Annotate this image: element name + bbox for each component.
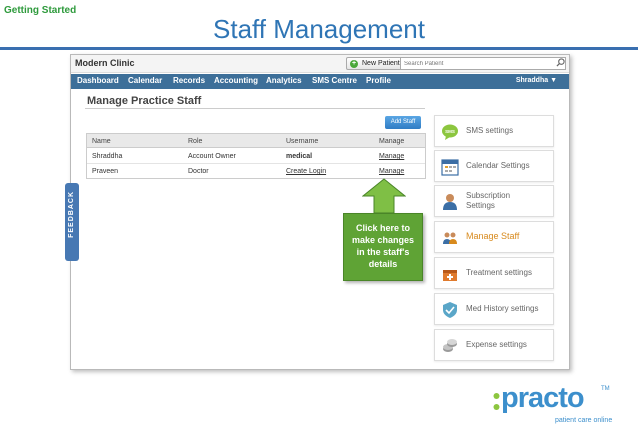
search-icon[interactable] [556,58,565,67]
app-window: Modern Clinic + New Patient Dashboard Ca… [65,54,570,370]
table-header: Name Role Username Manage [87,134,425,148]
nav-calendar[interactable]: Calendar [128,76,162,85]
column-header-manage: Manage [379,138,405,145]
settings-label: Subscription Settings [466,191,510,211]
settings-label: Calendar Settings [466,161,530,170]
page-heading: Manage Practice Staff [87,95,202,107]
manage-link[interactable]: Manage [379,153,404,160]
nav-analytics[interactable]: Analytics [266,76,302,85]
nav-sms-centre[interactable]: SMS Centre [312,76,357,85]
settings-label: Expense settings [466,340,527,349]
nav-profile[interactable]: Profile [366,76,391,85]
settings-manage-staff[interactable]: Manage Staff [434,221,554,253]
create-login-link[interactable]: Create Login [286,168,326,175]
sms-bubble-icon: SMS [442,124,458,140]
nav-accounting[interactable]: Accounting [214,76,258,85]
logo-tagline: patient care online [555,417,613,424]
logo-wordmark: practo [501,382,585,414]
svg-text:SMS: SMS [445,129,455,134]
heading-divider [85,108,425,109]
calendar-icon [441,159,459,176]
callout-line: make changes [351,235,415,245]
settings-label: Manage Staff [466,231,520,241]
column-header-name: Name [92,138,111,145]
feedback-tab[interactable]: FEEDBACK [65,183,79,261]
settings-treatment[interactable]: Treatment settings [434,257,554,289]
manage-link[interactable]: Manage [379,168,404,175]
settings-med-history[interactable]: Med History settings [434,293,554,325]
main-navigation: Dashboard Calendar Records Accounting An… [71,74,569,89]
staff-group-icon [443,232,457,244]
practo-logo: practo TM patient care online [493,382,633,432]
nav-records[interactable]: Records [173,76,205,85]
logo-colon-mark [493,393,500,410]
staff-table: Name Role Username Manage Shraddha Accou… [86,133,426,179]
search-patient-input[interactable] [400,57,566,70]
table-row: Praveen Doctor Create Login Manage [87,164,425,179]
new-patient-label: New Patient [362,60,400,67]
treatment-box-icon [443,270,457,281]
staff-name: Shraddha [92,153,123,160]
logo-trademark: TM [601,386,610,392]
table-row: Shraddha Account Owner medical Manage [87,149,425,164]
settings-expense[interactable]: Expense settings [434,329,554,361]
column-header-role: Role [188,138,203,145]
settings-label-line: Settings [466,201,495,210]
settings-label: SMS settings [466,126,514,135]
settings-label: Treatment settings [466,268,532,277]
feedback-label: FEEDBACK [68,191,75,238]
coins-icon [443,339,457,352]
plus-icon: + [350,60,358,68]
settings-sms[interactable]: SMS SMS settings [434,115,554,147]
staff-username: medical [286,153,313,160]
up-arrow-icon [362,178,406,214]
callout-line: details [368,259,398,269]
callout-line: in the staff's [356,247,410,257]
settings-calendar[interactable]: Calendar Settings [434,150,554,182]
nav-dashboard[interactable]: Dashboard [77,76,119,85]
person-icon [443,194,457,210]
settings-label-line: Subscription [466,191,511,200]
settings-label: Med History settings [466,304,539,313]
top-bar: Modern Clinic + New Patient [71,55,569,73]
slide-title: Staff Management [213,14,425,44]
clinic-name: Modern Clinic [75,58,135,68]
settings-subscription[interactable]: Subscription Settings [434,185,554,217]
callout-line: Click here to [355,223,411,233]
add-staff-button[interactable]: Add Staff [385,116,421,129]
new-patient-button[interactable]: + New Patient [346,57,405,70]
instruction-callout: Click here to make changes in the staff'… [343,213,423,281]
staff-role: Account Owner [188,153,236,160]
shield-icon [443,302,457,318]
user-menu[interactable]: Shraddha ▼ [516,77,557,84]
title-divider [0,47,638,50]
staff-name: Praveen [92,168,119,175]
staff-role: Doctor [188,168,209,175]
column-header-username: Username [286,138,319,145]
